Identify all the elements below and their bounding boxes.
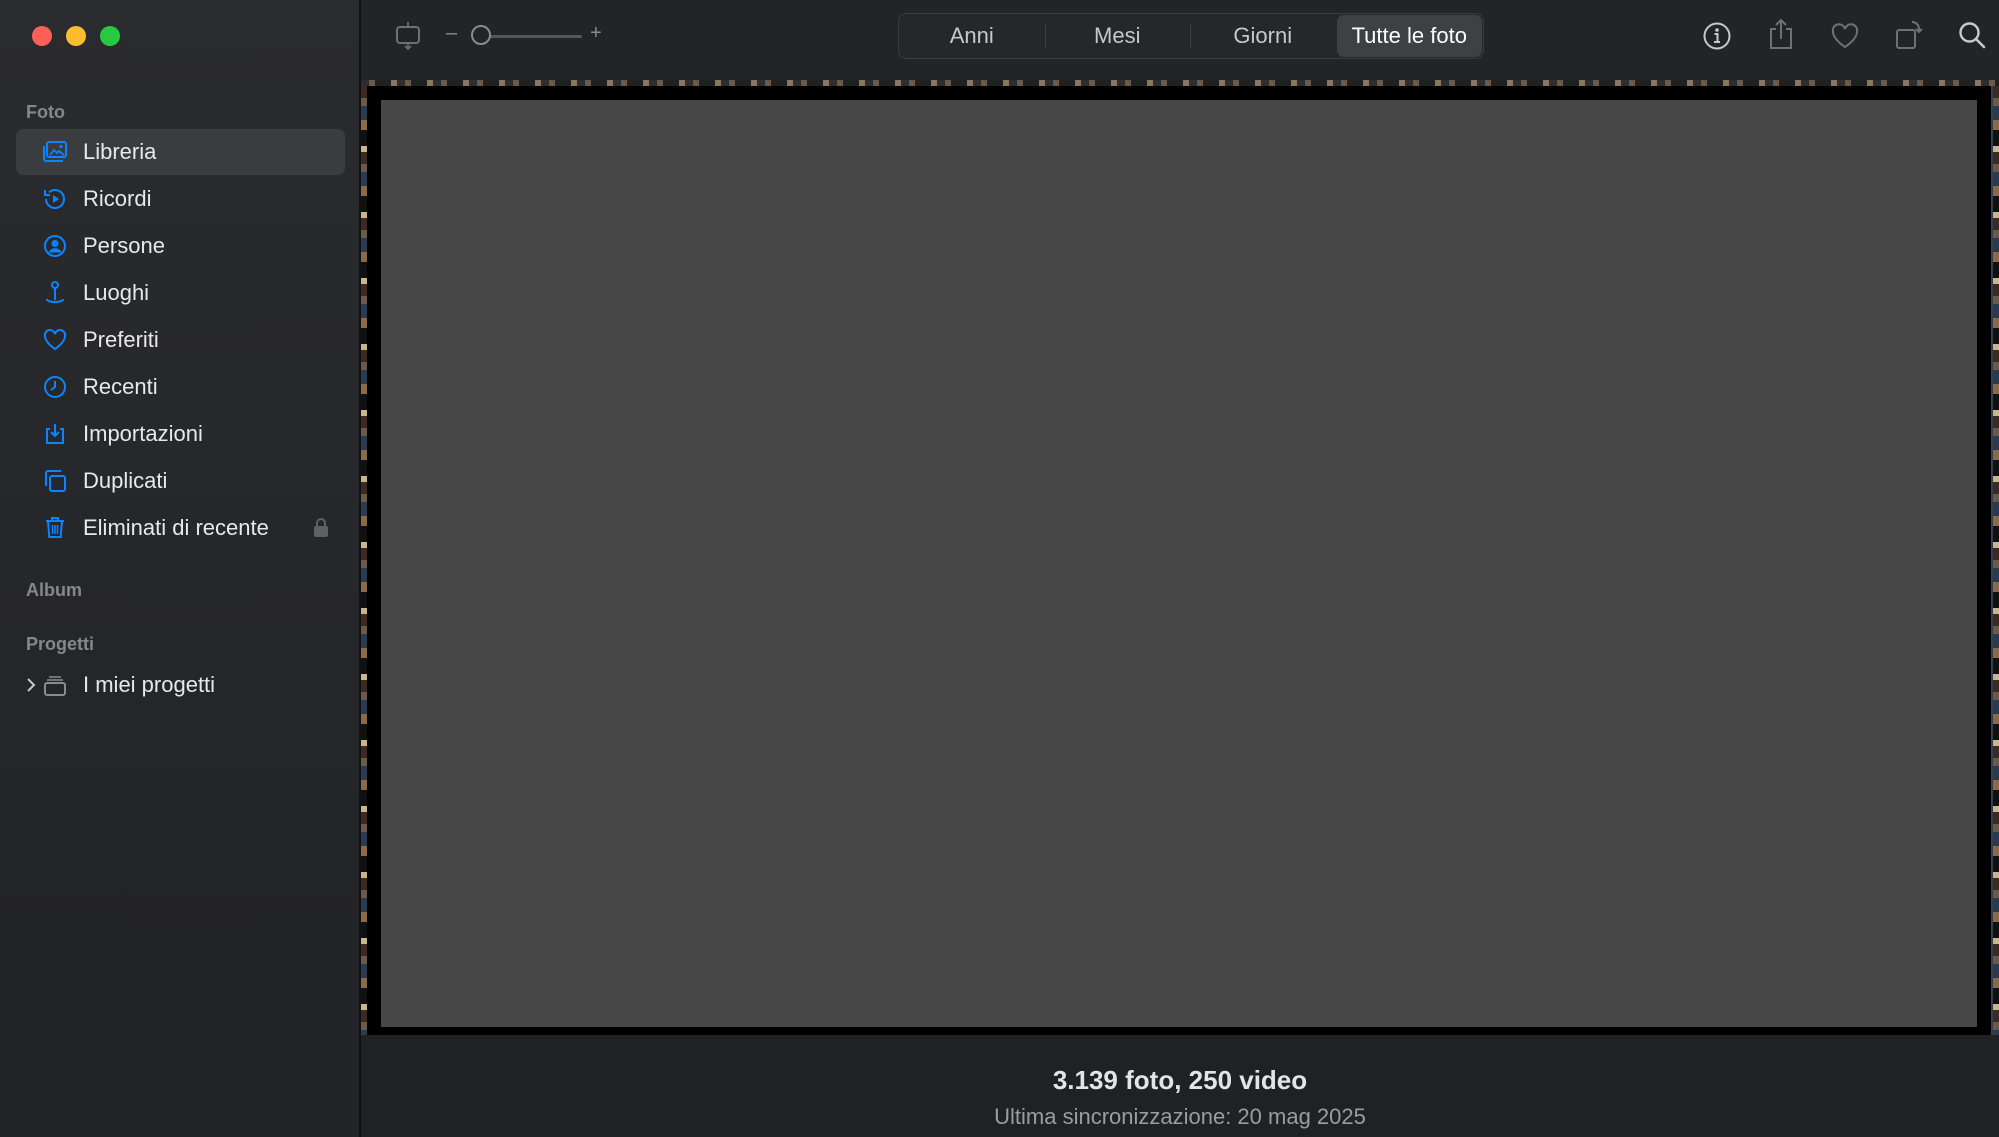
sidebar-item-label: Ricordi [83,186,152,211]
people-icon [42,233,68,259]
sidebar-item-preferiti[interactable]: Preferiti [16,317,345,363]
sidebar-item-label: Importazioni [83,421,203,446]
lock-icon [313,517,329,539]
tab-tutte-le-foto[interactable]: Tutte le foto [1336,15,1482,57]
slideshow-icon[interactable] [393,20,423,50]
sidebar-item-duplicati[interactable]: Duplicati [16,458,345,504]
sidebar-item-importazioni[interactable]: Importazioni [16,411,345,457]
clock-icon [42,374,68,400]
photo-thumbnail[interactable] [367,86,1991,1035]
sidebar-item-label: Luoghi [83,280,150,305]
photo-library-content: 3.139 foto, 250 video Ultima sincronizza… [361,80,1999,1137]
sidebar-item-i-miei-progetti[interactable]: I miei progetti [16,662,345,708]
sidebar-item-label: Eliminati di recente [83,515,269,540]
sidebar-item-libreria[interactable]: Libreria [16,129,345,175]
sidebar-item-label: I miei progetti [83,672,216,697]
close-window-button[interactable] [32,26,52,46]
memories-icon [42,186,68,212]
import-icon [42,421,68,447]
tab-anni[interactable]: Anni [899,14,1045,58]
tab-giorni[interactable]: Giorni [1190,14,1336,58]
favorite-heart-icon[interactable] [1829,20,1861,52]
sync-status: Ultima sincronizzazione: 20 mag 2025 [994,1104,1366,1129]
sidebar-item-persone[interactable]: Persone [16,223,345,269]
heart-icon [42,327,68,353]
sidebar-item-label: Recenti [83,374,158,399]
section-header-album[interactable]: Album [26,580,82,601]
zoom-in-button[interactable]: + [590,22,602,45]
section-header-progetti[interactable]: Progetti [26,634,94,655]
duplicates-icon [42,468,68,494]
photo-grid[interactable] [361,80,1999,1035]
photos-window: Foto Libreria Ricordi Persone Luoghi Pre… [0,0,1999,1137]
sidebar-item-label: Libreria [83,139,157,164]
zoom-window-button[interactable] [100,26,120,46]
sidebar-item-luoghi[interactable]: Luoghi [16,270,345,316]
view-segmented-control: Anni Mesi Giorni Tutte le foto [898,13,1484,59]
zoom-slider-track[interactable] [482,35,582,38]
trash-icon [42,515,68,541]
library-count: 3.139 foto, 250 video [1052,1065,1308,1095]
photo-placeholder [381,100,1977,1027]
sidebar-item-recenti[interactable]: Recenti [16,364,345,410]
zoom-out-button[interactable]: – [446,22,457,45]
tab-mesi[interactable]: Mesi [1044,14,1191,58]
sidebar-item-label: Duplicati [83,468,168,493]
library-icon [42,139,68,165]
sidebar: Foto Libreria Ricordi Persone Luoghi Pre… [0,0,361,1137]
share-icon[interactable] [1765,16,1797,52]
rotate-icon[interactable] [1893,18,1925,52]
sidebar-item-ricordi[interactable]: Ricordi [16,176,345,222]
sidebar-item-label: Persone [83,233,165,258]
zoom-slider-knob[interactable] [471,25,491,45]
photo-thumbnail-strip-right[interactable] [1993,86,1999,1035]
folder-icon [42,672,68,698]
section-header-foto: Foto [26,102,65,122]
places-icon [42,280,68,306]
minimize-window-button[interactable] [66,26,86,46]
sidebar-item-label: Preferiti [83,327,159,352]
info-icon[interactable] [1701,20,1733,52]
sidebar-item-eliminati[interactable]: Eliminati di recente [16,505,345,551]
toolbar: – + Anni Mesi Giorni Tutte le foto [361,0,1999,80]
search-icon[interactable] [1955,18,1989,52]
